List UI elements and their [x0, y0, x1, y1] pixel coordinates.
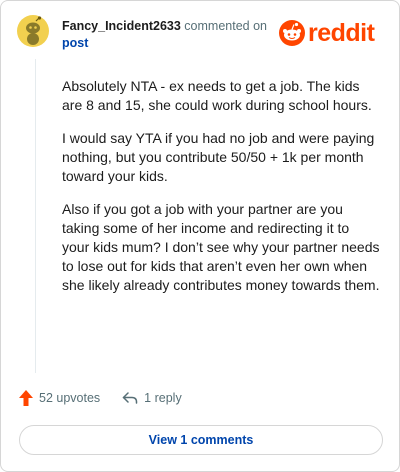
upvote-button[interactable]: 52 upvotes — [19, 390, 100, 406]
post-link[interactable]: post — [62, 36, 88, 50]
reply-button[interactable]: 1 reply — [122, 391, 182, 405]
comment-paragraph: Also if you got a job with your partner … — [62, 201, 380, 293]
upvote-count: 52 upvotes — [39, 391, 101, 405]
comment-body: Absolutely NTA - ex needs to get a job. … — [62, 77, 380, 309]
commented-on-text: commented on — [184, 19, 267, 33]
comment-card: Fancy_Incident2633 commented on post red… — [0, 0, 400, 472]
view-comments-button[interactable]: View 1 comments — [19, 425, 383, 455]
thread-line — [35, 59, 36, 373]
user-avatar[interactable] — [17, 15, 49, 47]
reddit-logo: reddit — [279, 18, 375, 48]
view-comments-label: View 1 comments — [148, 433, 254, 447]
reddit-wordmark: reddit — [308, 19, 375, 47]
comment-header: Fancy_Incident2633 commented on post — [62, 18, 282, 52]
comment-paragraph: I would say YTA if you had no job and we… — [62, 130, 375, 184]
reply-arrow-icon — [122, 392, 138, 404]
snoo-avatar-icon — [17, 15, 49, 47]
reddit-snoo-icon — [279, 20, 305, 46]
reply-count: 1 reply — [144, 391, 182, 405]
comment-actions: 52 upvotes 1 reply — [19, 390, 182, 406]
comment-paragraph: Absolutely NTA - ex needs to get a job. … — [62, 78, 372, 113]
username[interactable]: Fancy_Incident2633 — [62, 19, 181, 33]
upvote-arrow-icon — [19, 390, 33, 406]
